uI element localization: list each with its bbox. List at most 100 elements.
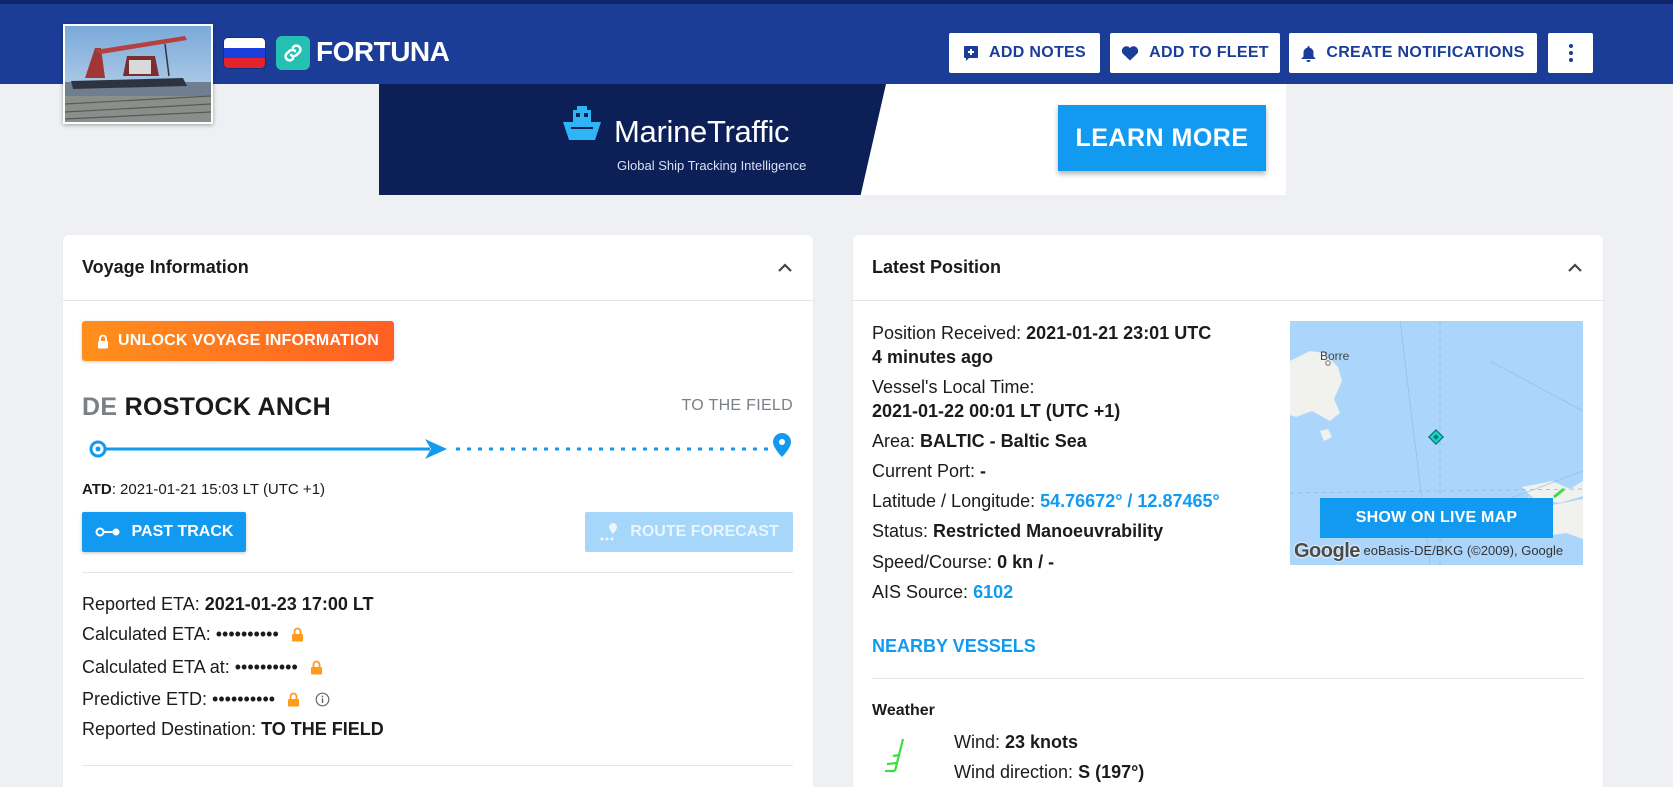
local-time-label: Vessel's Local Time: (872, 377, 1035, 397)
map-attribution-text: eoBasis-DE/BKG (©2009), Google (1363, 543, 1564, 558)
status-label: Status: (872, 521, 934, 541)
calculated-eta-at-masked: •••••••••• (234, 657, 298, 677)
position-divider (872, 678, 1584, 679)
calculated-eta-label: Calculated ETA: (82, 624, 216, 644)
local-time-value: 2021-01-22 00:01 LT (UTC +1) (872, 399, 1120, 423)
atd-value: : 2021-01-21 15:03 LT (UTC +1) (111, 481, 326, 498)
predictive-etd-masked: •••••••••• (212, 689, 276, 709)
voyage-card-title: Voyage Information (82, 257, 249, 277)
lock-icon (97, 334, 108, 348)
lock-icon (291, 627, 303, 642)
position-card-title: Latest Position (872, 257, 1002, 277)
current-port-label: Current Port: (872, 461, 981, 481)
latlon-link[interactable]: 54.76672° / 12.87465° (1040, 491, 1220, 511)
voyage-information-card: Voyage Information UNLOCK VOYAGE INFORMA… (63, 235, 813, 787)
voyage-progress-route (89, 433, 791, 459)
past-track-label: PAST TRACK (131, 523, 234, 540)
predictive-etd-label: Predictive ETD: (82, 689, 213, 709)
area-row: Area: BALTIC - Baltic Sea (872, 429, 1087, 453)
speed-course-label: Speed/Course: (872, 552, 998, 572)
lock-icon (288, 692, 300, 707)
position-received-value: 2021-01-21 23:01 UTC (1026, 323, 1212, 343)
weather-title: Weather (872, 702, 935, 719)
ship-logo-icon (563, 106, 601, 140)
reported-destination-value: TO THE FIELD (261, 719, 384, 739)
area-label: Area: (872, 431, 921, 451)
vessel-name: FORTUNA (316, 36, 450, 67)
atd-label: ATD (82, 481, 112, 498)
map-place-label: Borre (1320, 349, 1350, 363)
voyage-divider-bottom (82, 765, 793, 766)
ad-tagline: Global Ship Tracking Intelligence (617, 158, 807, 173)
reported-destination-row: Reported Destination: TO THE FIELD (82, 717, 384, 741)
latlon-label: Latitude / Longitude: (872, 491, 1041, 511)
departure-port[interactable]: DE ROSTOCK ANCH (82, 392, 331, 422)
vessel-photo[interactable] (63, 24, 213, 124)
create-notifications-button[interactable]: CREATE NOTIFICATIONS (1289, 33, 1537, 73)
note-plus-icon (964, 46, 979, 61)
track-icon (95, 527, 120, 537)
unlock-voyage-information-button[interactable]: UNLOCK VOYAGE INFORMATION (82, 321, 394, 361)
position-received-ago: 4 minutes ago (872, 345, 993, 369)
latlon-row: Latitude / Longitude: 54.76672° / 12.874… (872, 489, 1220, 513)
position-card-header[interactable]: Latest Position (853, 235, 1603, 301)
marinetraffic-ad-banner[interactable]: MarineTraffic Global Ship Tracking Intel… (379, 84, 1286, 195)
russia-flag-icon (224, 38, 265, 68)
ais-source-row: AIS Source: 6102 (872, 580, 1013, 604)
past-track-button[interactable]: PAST TRACK (82, 512, 246, 552)
ais-source-label: AIS Source: (872, 582, 974, 602)
more-vertical-icon (1568, 44, 1573, 62)
calculated-eta-row[interactable]: Calculated ETA: •••••••••• (82, 622, 304, 646)
speed-course-row: Speed/Course: 0 kn / - (872, 550, 1054, 574)
chevron-up-icon[interactable] (777, 262, 793, 273)
ais-source-link[interactable]: 6102 (973, 582, 1013, 602)
nearby-vessels-link[interactable]: NEARBY VESSELS (872, 634, 1036, 658)
reported-eta-row: Reported ETA: 2021-01-23 17:00 LT (82, 592, 374, 616)
wind-direction-value: S (197°) (1078, 762, 1145, 782)
add-notes-button[interactable]: ADD NOTES (949, 33, 1100, 73)
status-value: Restricted Manoeuvrability (933, 521, 1164, 541)
wind-barb-icon (885, 738, 905, 773)
position-mini-map[interactable]: Borre SHOW ON LIVE MAP Google eoBasis-DE… (1290, 321, 1583, 565)
chevron-up-icon[interactable] (1567, 262, 1583, 273)
wind-direction-row: Wind direction: S (197°) (954, 760, 1144, 784)
predictive-etd-row[interactable]: Predictive ETD: •••••••••• (82, 687, 330, 711)
flag-stripe-white (224, 38, 265, 48)
vessel-header: FORTUNA ADD NOTES ADD TO FLEET CREATE NO… (0, 0, 1673, 84)
add-to-fleet-button[interactable]: ADD TO FLEET (1110, 33, 1280, 73)
position-received-label: Position Received: (872, 323, 1027, 343)
area-value: BALTIC - Baltic Sea (920, 431, 1087, 451)
wind-direction-label: Wind direction: (954, 762, 1079, 782)
voyage-card-header[interactable]: Voyage Information (63, 235, 813, 301)
lock-icon (310, 660, 322, 675)
learn-more-button[interactable]: LEARN MORE (1058, 105, 1266, 171)
voyage-divider (82, 572, 793, 573)
show-on-live-map-button[interactable]: SHOW ON LIVE MAP (1320, 498, 1553, 538)
status-row: Status: Restricted Manoeuvrability (872, 519, 1163, 543)
destination-short: TO THE FIELD (681, 397, 793, 414)
route-forecast-button[interactable]: ROUTE FORECAST (585, 512, 793, 552)
position-received-row: Position Received: 2021-01-21 23:01 UTC (872, 321, 1211, 345)
google-logo: Google (1294, 540, 1360, 562)
reported-destination-label: Reported Destination: (82, 719, 262, 739)
departure-country-code: DE (82, 393, 118, 421)
route-pin-icon (600, 523, 618, 541)
atd-row: ATD: 2021-01-21 15:03 LT (UTC +1) (82, 481, 325, 498)
add-to-fleet-label: ADD TO FLEET (1149, 44, 1269, 61)
wind-label: Wind: (954, 732, 1006, 752)
bell-icon (1301, 45, 1316, 62)
calculated-eta-masked: •••••••••• (215, 624, 279, 644)
more-options-button[interactable] (1548, 33, 1593, 73)
link-icon[interactable] (276, 36, 310, 70)
departure-port-name: ROSTOCK ANCH (124, 393, 331, 421)
speed-course-value: 0 kn / - (997, 552, 1055, 572)
reported-eta-label: Reported ETA: (82, 594, 205, 614)
create-notifications-label: CREATE NOTIFICATIONS (1326, 44, 1525, 61)
received-ago-text: 4 minutes ago (872, 347, 994, 367)
current-port-value: - (980, 461, 987, 481)
ad-brand: MarineTraffic (614, 114, 790, 149)
calculated-eta-at-row[interactable]: Calculated ETA at: •••••••••• (82, 655, 323, 679)
latest-position-card: Latest Position Position Received: 2021-… (853, 235, 1603, 787)
info-icon[interactable] (315, 692, 330, 707)
flag-stripe-blue (224, 48, 265, 58)
